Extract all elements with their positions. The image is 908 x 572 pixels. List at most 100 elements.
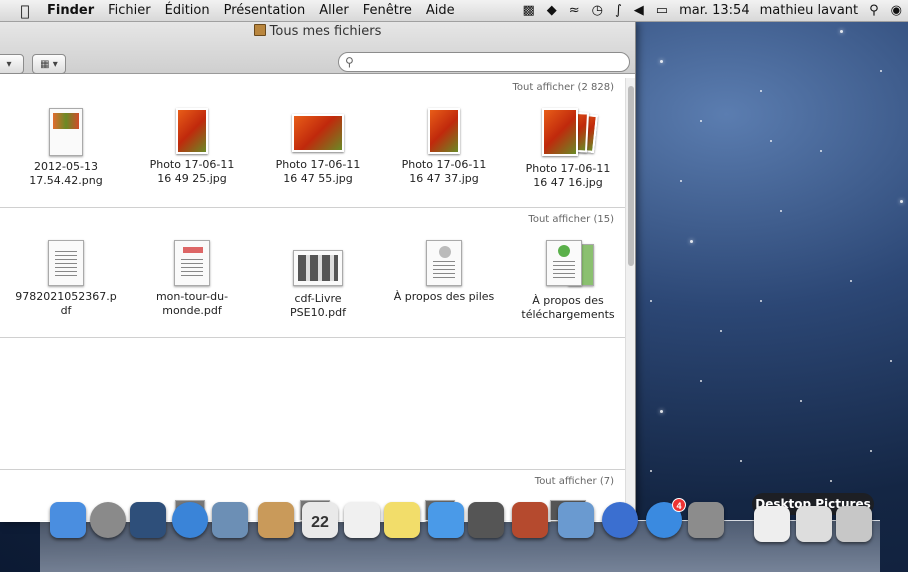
menu-app-name[interactable]: Finder bbox=[40, 3, 101, 18]
bluetooth-icon[interactable]: ∫ bbox=[609, 3, 628, 18]
facetime-icon[interactable] bbox=[468, 502, 504, 538]
app-store-badge: 4 bbox=[672, 498, 686, 512]
menu-aller[interactable]: Aller bbox=[312, 3, 355, 18]
mission-control-icon[interactable] bbox=[130, 502, 166, 538]
apple-menu-icon[interactable]:  bbox=[10, 2, 40, 20]
reminders-icon[interactable] bbox=[344, 502, 380, 538]
documents-stack-icon[interactable] bbox=[754, 506, 790, 542]
file-item[interactable]: Photo 17-06-11 16 47 37.jpg bbox=[384, 108, 504, 186]
star bbox=[850, 280, 852, 282]
launchpad-icon[interactable] bbox=[90, 502, 126, 538]
menu-aide[interactable]: Aide bbox=[419, 3, 462, 18]
star bbox=[720, 330, 722, 332]
star bbox=[760, 300, 762, 302]
vertical-scrollbar[interactable] bbox=[625, 78, 635, 518]
itunes-icon[interactable] bbox=[602, 502, 638, 538]
file-name: Photo 17-06-11 16 47 37.jpg bbox=[401, 158, 487, 185]
photo-booth-icon[interactable] bbox=[512, 502, 548, 538]
menu-fenetre[interactable]: Fenêtre bbox=[356, 3, 419, 18]
file-browser: Tout afficher (2 828) 2012-05-13 17.54.4… bbox=[0, 74, 626, 522]
menu-clock[interactable]: mar. 13:54 bbox=[674, 3, 755, 18]
chevron-down-icon: ▾ bbox=[6, 58, 12, 70]
all-my-files-icon bbox=[253, 24, 266, 36]
file-name: Photo 17-06-11 16 47 55.jpg bbox=[275, 158, 361, 185]
file-item[interactable]: À propos des téléchargements bbox=[508, 240, 626, 322]
section-documents: Tout afficher (15) 9782021052367.p df mo… bbox=[0, 208, 626, 338]
calendar-day: 22 bbox=[311, 514, 329, 531]
messages-icon[interactable] bbox=[428, 502, 464, 538]
notes-icon[interactable] bbox=[384, 502, 420, 538]
show-all-link[interactable]: Tout afficher (7) bbox=[535, 476, 614, 487]
file-thumbnail bbox=[49, 108, 83, 156]
system-preferences-icon[interactable] bbox=[688, 502, 724, 538]
view-options-button[interactable]: ▦ ▾ bbox=[32, 54, 66, 74]
volume-icon[interactable]: ◀ bbox=[628, 3, 650, 18]
file-item[interactable]: Photo 17-06-11 16 49 25.jpg bbox=[132, 108, 252, 186]
star bbox=[830, 480, 832, 482]
star bbox=[890, 360, 892, 362]
file-thumbnail bbox=[428, 108, 460, 154]
file-item[interactable]: 2012-05-13 17.54.42.png bbox=[6, 108, 126, 188]
star bbox=[700, 120, 702, 122]
star bbox=[680, 180, 682, 182]
file-name: 2012-05-13 17.54.42.png bbox=[29, 160, 103, 187]
star bbox=[700, 380, 702, 382]
grid-icon: ▦ ▾ bbox=[40, 58, 58, 70]
file-thumbnail bbox=[293, 250, 343, 286]
star bbox=[880, 70, 882, 72]
contacts-icon[interactable] bbox=[258, 502, 294, 538]
wifi-icon[interactable]: ≈ bbox=[563, 3, 586, 18]
desktop-pictures-stack-icon[interactable] bbox=[796, 506, 832, 542]
star bbox=[840, 30, 843, 33]
file-name: cdf-Livre PSE10.pdf bbox=[290, 292, 346, 319]
show-all-link[interactable]: Tout afficher (15) bbox=[528, 214, 614, 225]
mail-icon[interactable] bbox=[212, 502, 248, 538]
time-machine-icon[interactable]: ◷ bbox=[586, 3, 609, 18]
star bbox=[690, 240, 693, 243]
iphoto-icon[interactable] bbox=[558, 502, 594, 538]
star bbox=[820, 150, 822, 152]
calendar-icon[interactable]: 22 bbox=[302, 502, 338, 538]
file-item[interactable]: À propos des piles bbox=[384, 240, 504, 304]
file-name: À propos des téléchargements bbox=[521, 294, 615, 321]
trash-icon[interactable] bbox=[836, 506, 872, 542]
star bbox=[650, 470, 652, 472]
notification-center-icon[interactable]: ◉ bbox=[885, 3, 908, 18]
file-name: À propos des piles bbox=[393, 290, 495, 303]
file-item[interactable]: mon-tour-du- monde.pdf bbox=[132, 240, 252, 318]
star bbox=[800, 400, 802, 402]
finder-icon[interactable] bbox=[50, 502, 86, 538]
file-thumbnail bbox=[426, 240, 462, 286]
file-stack-thumbnail bbox=[538, 240, 598, 290]
growl-icon[interactable]: ▩ bbox=[516, 3, 540, 18]
star bbox=[650, 300, 652, 302]
app-store-icon[interactable]: 4 bbox=[646, 498, 686, 538]
safari-icon[interactable] bbox=[172, 502, 208, 538]
file-thumbnail bbox=[292, 114, 344, 152]
menu-fichier[interactable]: Fichier bbox=[101, 3, 158, 18]
spotlight-icon[interactable]: ⚲ bbox=[863, 3, 885, 18]
menu-user[interactable]: mathieu lavant bbox=[755, 3, 864, 18]
menu-presentation[interactable]: Présentation bbox=[217, 3, 313, 18]
search-field[interactable]: ⚲ bbox=[338, 52, 630, 72]
file-thumbnail bbox=[48, 240, 84, 286]
star bbox=[900, 200, 903, 203]
file-name: Photo 17-06-11 16 47 16.jpg bbox=[525, 162, 611, 189]
search-icon: ⚲ bbox=[345, 55, 354, 69]
window-toolbar: Tous mes fichiers ▾ ▦ ▾ ⚲ bbox=[0, 22, 635, 74]
scrollbar-knob[interactable] bbox=[628, 86, 634, 266]
battery-icon[interactable]: ▭ bbox=[650, 3, 674, 18]
file-name: Photo 17-06-11 16 49 25.jpg bbox=[149, 158, 235, 185]
menu-edition[interactable]: Édition bbox=[158, 3, 217, 18]
show-all-link[interactable]: Tout afficher (2 828) bbox=[513, 82, 614, 93]
file-item[interactable]: Photo 17-06-11 16 47 55.jpg bbox=[258, 114, 378, 186]
file-item[interactable]: Photo 17-06-11 16 47 16.jpg bbox=[508, 108, 626, 190]
arrange-button[interactable]: ▾ bbox=[0, 54, 24, 74]
star bbox=[740, 460, 742, 462]
app-status-icon[interactable]: ◆ bbox=[541, 3, 563, 18]
file-stack-thumbnail bbox=[538, 108, 598, 158]
file-item[interactable]: cdf-Livre PSE10.pdf bbox=[258, 250, 378, 320]
finder-window: Tous mes fichiers ▾ ▦ ▾ ⚲ Tout afficher … bbox=[0, 22, 636, 522]
file-item[interactable]: 9782021052367.p df bbox=[6, 240, 126, 318]
window-title: Tous mes fichiers bbox=[0, 24, 635, 39]
